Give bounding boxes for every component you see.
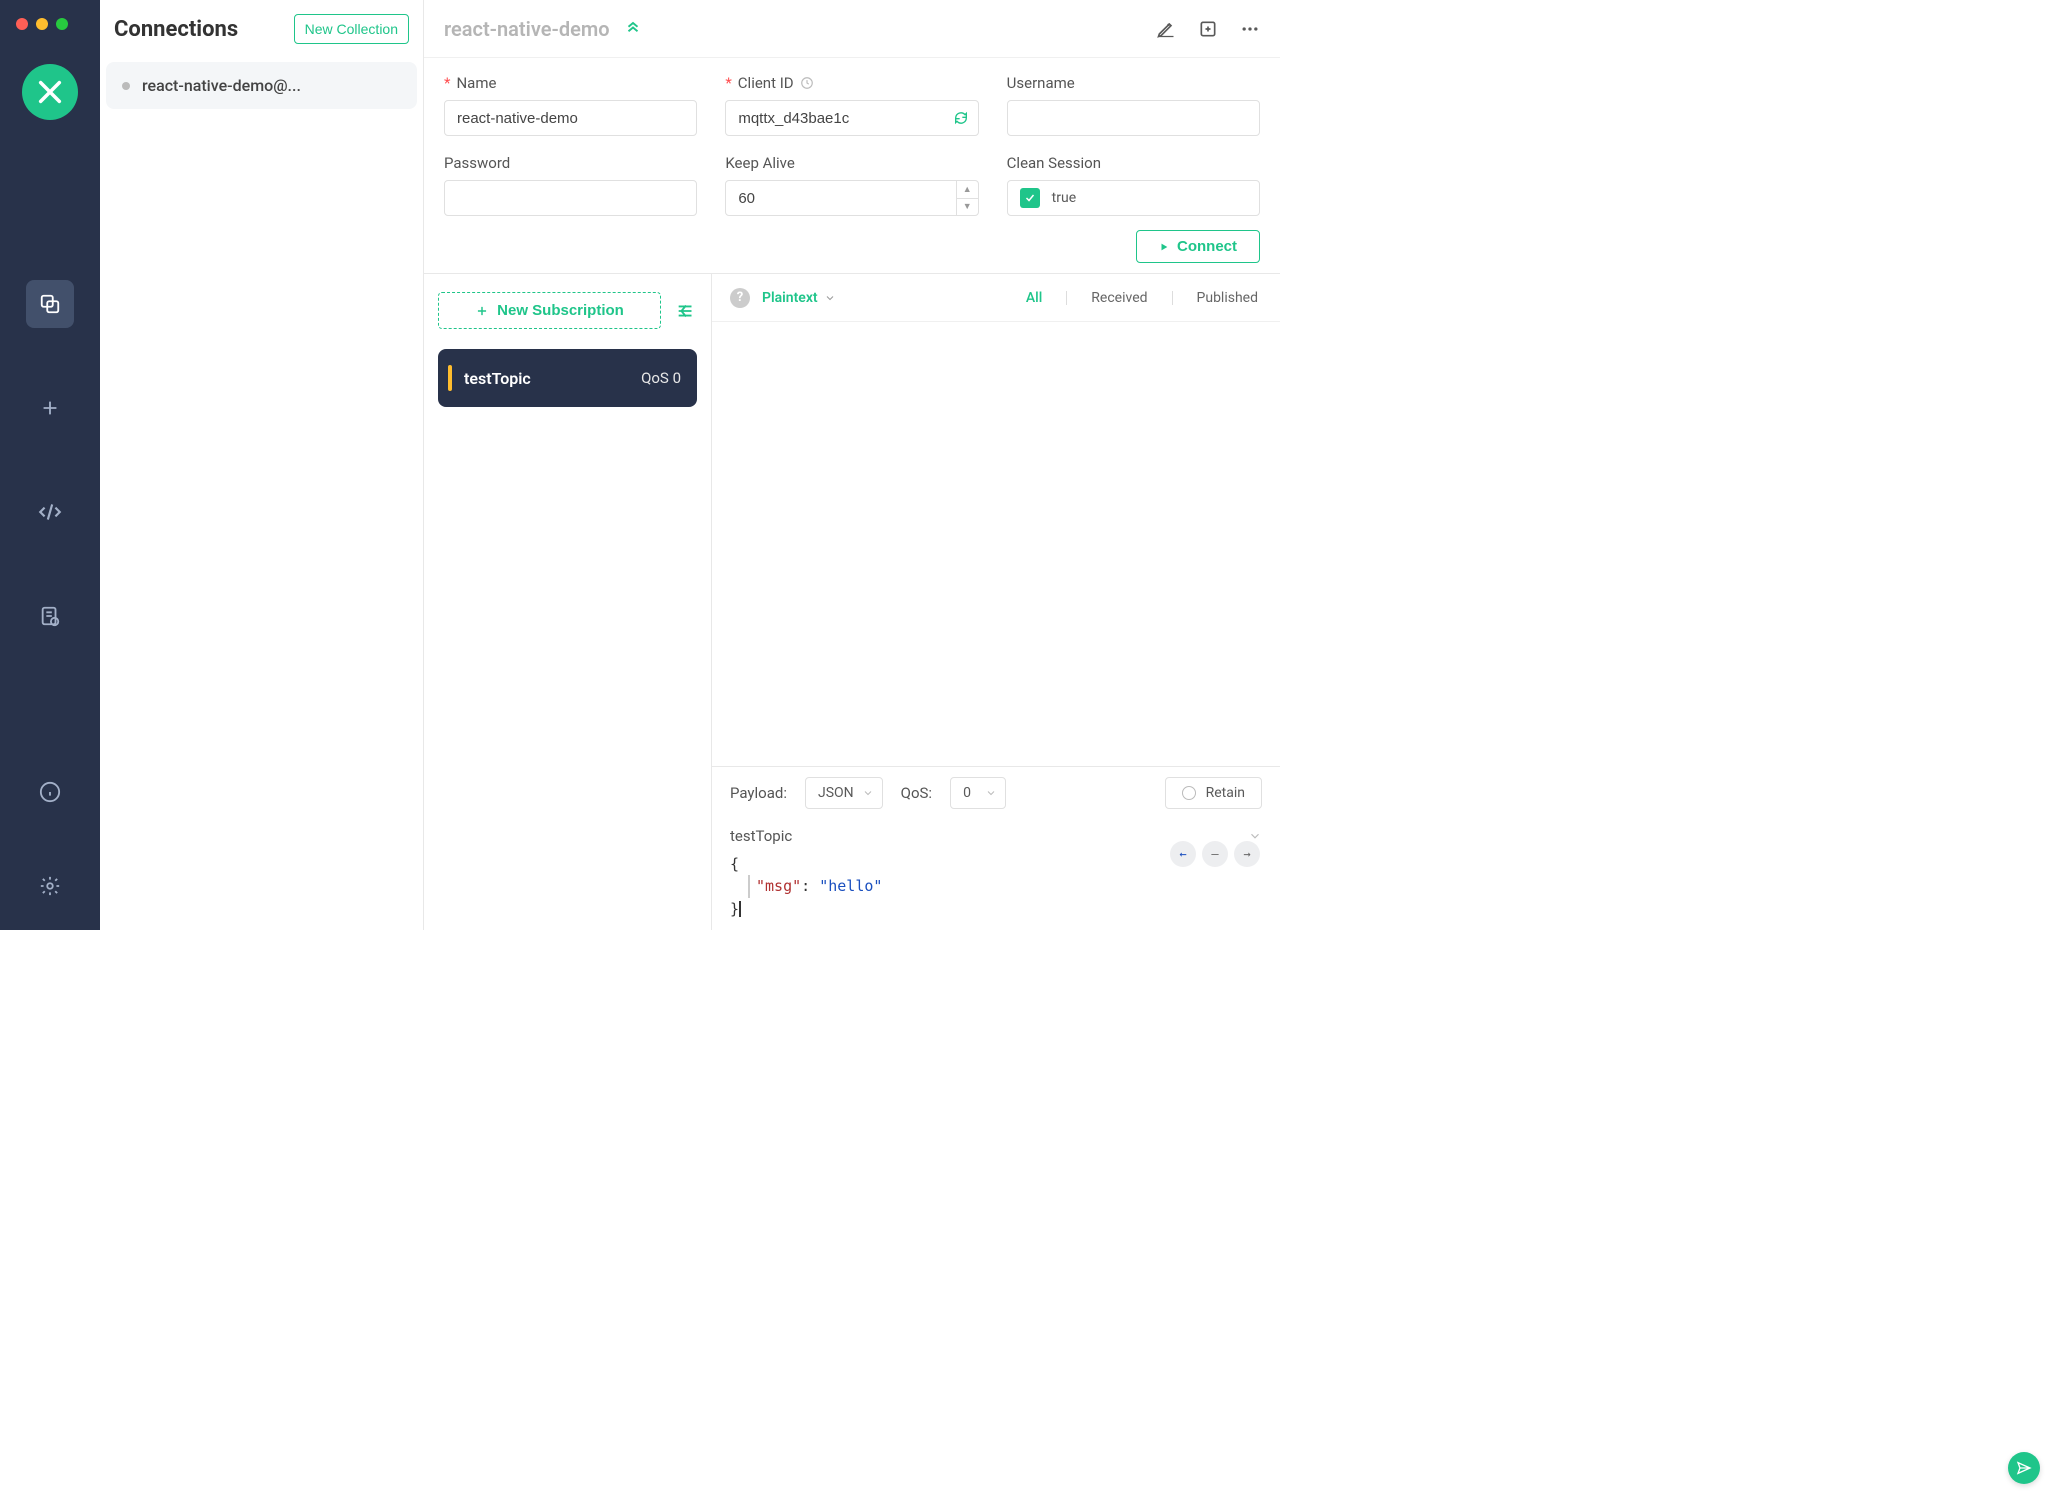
window-close[interactable] (16, 18, 28, 30)
window-maximize[interactable] (56, 18, 68, 30)
retain-label: Retain (1206, 785, 1245, 801)
window-minimize[interactable] (36, 18, 48, 30)
collapse-subscriptions-icon[interactable] (675, 300, 697, 322)
tab-received[interactable]: Received (1087, 290, 1151, 306)
field-clean-session: Clean Session true (1007, 154, 1260, 216)
radio-unchecked-icon (1182, 786, 1196, 800)
new-subscription-button[interactable]: New Subscription (438, 292, 661, 329)
username-input[interactable] (1007, 100, 1260, 136)
editor-next-button[interactable]: → (1234, 841, 1260, 867)
password-input[interactable] (444, 180, 697, 216)
name-input[interactable] (444, 100, 697, 136)
editor-cursor (739, 901, 741, 917)
format-select-label: Plaintext (762, 290, 818, 306)
subscription-qos: QoS 0 (641, 369, 681, 387)
payload-type-value: JSON (818, 785, 854, 801)
field-keep-alive-label: Keep Alive (725, 154, 794, 172)
chevron-down-icon (985, 787, 997, 799)
checkbox-checked-icon (1020, 188, 1040, 208)
field-client-id-label: Client ID (738, 74, 794, 92)
nav-log-icon[interactable] (26, 592, 74, 640)
new-window-icon[interactable] (1198, 19, 1218, 39)
clean-session-toggle[interactable]: true (1007, 180, 1260, 216)
connections-panel: Connections New Collection react-native-… (100, 0, 424, 930)
publish-options-row: Payload: JSON QoS: 0 Retain (712, 766, 1280, 819)
editor-prev-button[interactable]: ← (1170, 841, 1196, 867)
connection-title: react-native-demo (444, 17, 610, 41)
help-icon[interactable]: ? (730, 288, 750, 308)
message-filter-tabs: All Received Published (1022, 290, 1262, 306)
required-asterisk: * (725, 74, 731, 92)
nav-add-icon[interactable] (26, 384, 74, 432)
connect-button[interactable]: Connect (1136, 230, 1260, 263)
retain-toggle[interactable]: Retain (1165, 777, 1262, 809)
nav-script-icon[interactable] (26, 488, 74, 536)
chevron-down-icon (862, 787, 874, 799)
field-password-label: Password (444, 154, 510, 172)
field-client-id: * Client ID (725, 74, 978, 136)
refresh-icon[interactable] (953, 110, 969, 126)
keep-alive-input[interactable] (725, 180, 978, 216)
nav-settings-icon[interactable] (26, 862, 74, 910)
payload-type-select[interactable]: JSON (805, 777, 883, 809)
topic-color-bar (448, 365, 452, 391)
app-sidebar (0, 0, 100, 930)
new-subscription-label: New Subscription (497, 302, 624, 319)
payload-label: Payload: (730, 784, 787, 802)
publish-topic-input[interactable]: testTopic (730, 827, 792, 845)
tab-divider (1172, 291, 1173, 305)
client-id-input[interactable] (725, 100, 978, 136)
connection-item[interactable]: react-native-demo@... (106, 62, 417, 109)
qos-label: QoS: (901, 784, 932, 802)
field-password: Password (444, 154, 697, 216)
main-panel: react-native-demo * Name (424, 0, 1280, 930)
send-button[interactable] (2008, 1452, 2040, 1484)
connections-title: Connections (114, 17, 238, 42)
connection-status-dot (122, 82, 130, 90)
tab-published[interactable]: Published (1193, 290, 1262, 306)
window-controls (16, 18, 68, 30)
clock-icon (800, 76, 814, 90)
field-keep-alive: Keep Alive ▲ ▼ (725, 154, 978, 216)
messages-list (712, 322, 1280, 766)
editor-nav-buttons: ← — → (1170, 841, 1260, 867)
field-name-label: Name (456, 74, 496, 92)
keep-alive-step-down[interactable]: ▼ (957, 199, 978, 216)
nav-info-icon[interactable] (26, 768, 74, 816)
subscription-item[interactable]: testTopic QoS 0 (438, 349, 697, 407)
clean-session-value: true (1052, 190, 1076, 206)
tab-divider (1066, 291, 1067, 305)
connection-item-name: react-native-demo@... (142, 76, 301, 95)
format-select[interactable]: Plaintext (762, 290, 836, 306)
collapse-up-icon[interactable] (624, 20, 642, 38)
qos-value: 0 (963, 785, 971, 801)
connection-config-form: * Name * Client ID (424, 58, 1280, 274)
nav-connections-icon[interactable] (26, 280, 74, 328)
payload-editor[interactable]: ← — → { "msg": "hello" } (712, 849, 1280, 931)
app-logo (22, 64, 78, 120)
field-username-label: Username (1007, 74, 1075, 92)
qos-select[interactable]: 0 (950, 777, 1006, 809)
messages-panel: ? Plaintext All Received Published (712, 274, 1280, 930)
editor-pause-button[interactable]: — (1202, 841, 1228, 867)
field-username: Username (1007, 74, 1260, 136)
more-icon[interactable] (1240, 19, 1260, 39)
edit-icon[interactable] (1156, 19, 1176, 39)
payload-key: "msg" (756, 877, 801, 895)
payload-value: "hello" (819, 877, 882, 895)
field-name: * Name (444, 74, 697, 136)
keep-alive-step-up[interactable]: ▲ (957, 181, 978, 199)
required-asterisk: * (444, 74, 450, 92)
tab-all[interactable]: All (1022, 290, 1046, 306)
connect-button-label: Connect (1177, 238, 1237, 255)
new-collection-button[interactable]: New Collection (294, 14, 409, 44)
field-clean-session-label: Clean Session (1007, 154, 1101, 172)
subscriptions-panel: New Subscription testTopic QoS 0 (424, 274, 712, 930)
subscription-topic: testTopic (464, 369, 629, 388)
